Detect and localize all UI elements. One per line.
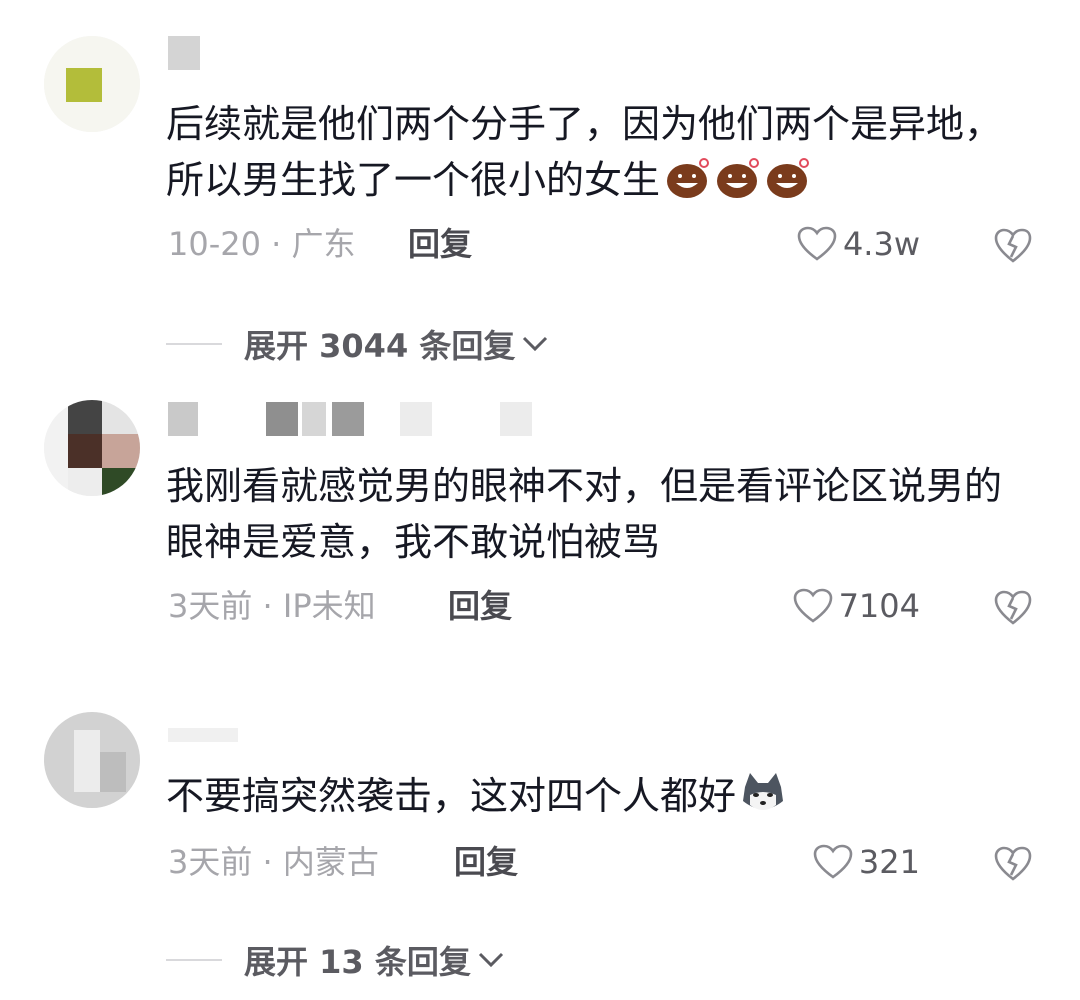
husky-dog-emoji-icon xyxy=(743,773,784,810)
comment-text-content: 不要搞突然袭击，这对四个人都好 xyxy=(166,774,737,818)
like-button[interactable]: 4.3w xyxy=(797,224,920,264)
heart-outline-icon xyxy=(813,844,853,879)
like-count: 321 xyxy=(858,843,920,881)
broken-heart-icon[interactable] xyxy=(994,226,1032,266)
comment-text: 后续就是他们两个分手了，因为他们两个是异地，所以男生找了一个很小的女生 xyxy=(166,96,1026,208)
comment-meta: 3天前 · 内蒙古 xyxy=(168,843,379,881)
expand-replies-button[interactable]: 展开 13 条回复 xyxy=(166,940,505,981)
avatar[interactable] xyxy=(44,712,140,808)
like-count: 7104 xyxy=(838,587,920,625)
avatar[interactable] xyxy=(44,400,140,496)
divider-line xyxy=(166,343,222,345)
comment-text: 我刚看就感觉男的眼神不对，但是看评论区说男的眼神是爱意，我不敢说怕被骂 xyxy=(166,464,1003,564)
laughing-face-emoji-icon xyxy=(767,158,810,198)
laughing-face-emoji-icon xyxy=(717,158,760,198)
like-button[interactable]: 321 xyxy=(813,842,920,882)
laughing-face-emoji-icon xyxy=(667,158,710,198)
broken-heart-icon[interactable] xyxy=(994,588,1032,628)
chevron-down-icon xyxy=(523,336,548,352)
expand-replies-label: 展开 3044 条回复 xyxy=(244,327,516,365)
chevron-down-icon xyxy=(478,952,503,968)
like-button[interactable]: 7104 xyxy=(793,586,920,626)
heart-outline-icon xyxy=(793,588,832,623)
expand-replies-button[interactable]: 展开 3044 条回复 xyxy=(166,324,549,365)
heart-outline-icon xyxy=(797,226,837,261)
comment-text-content: 后续就是他们两个分手了，因为他们两个是异地，所以男生找了一个很小的女生 xyxy=(166,102,1003,202)
avatar[interactable] xyxy=(44,36,140,132)
expand-replies-label: 展开 13 条回复 xyxy=(244,943,471,981)
comment-text: 不要搞突然袭击，这对四个人都好 xyxy=(166,768,1026,824)
comment-meta: 10-20 · 广东 xyxy=(168,225,356,263)
comment-meta: 3天前 · IP未知 xyxy=(168,587,376,625)
reply-button[interactable]: 回复 xyxy=(408,224,472,264)
divider-line xyxy=(166,959,222,961)
broken-heart-icon[interactable] xyxy=(994,844,1032,884)
like-count: 4.3w xyxy=(842,225,920,263)
reply-button[interactable]: 回复 xyxy=(448,586,512,626)
reply-button[interactable]: 回复 xyxy=(454,842,518,882)
